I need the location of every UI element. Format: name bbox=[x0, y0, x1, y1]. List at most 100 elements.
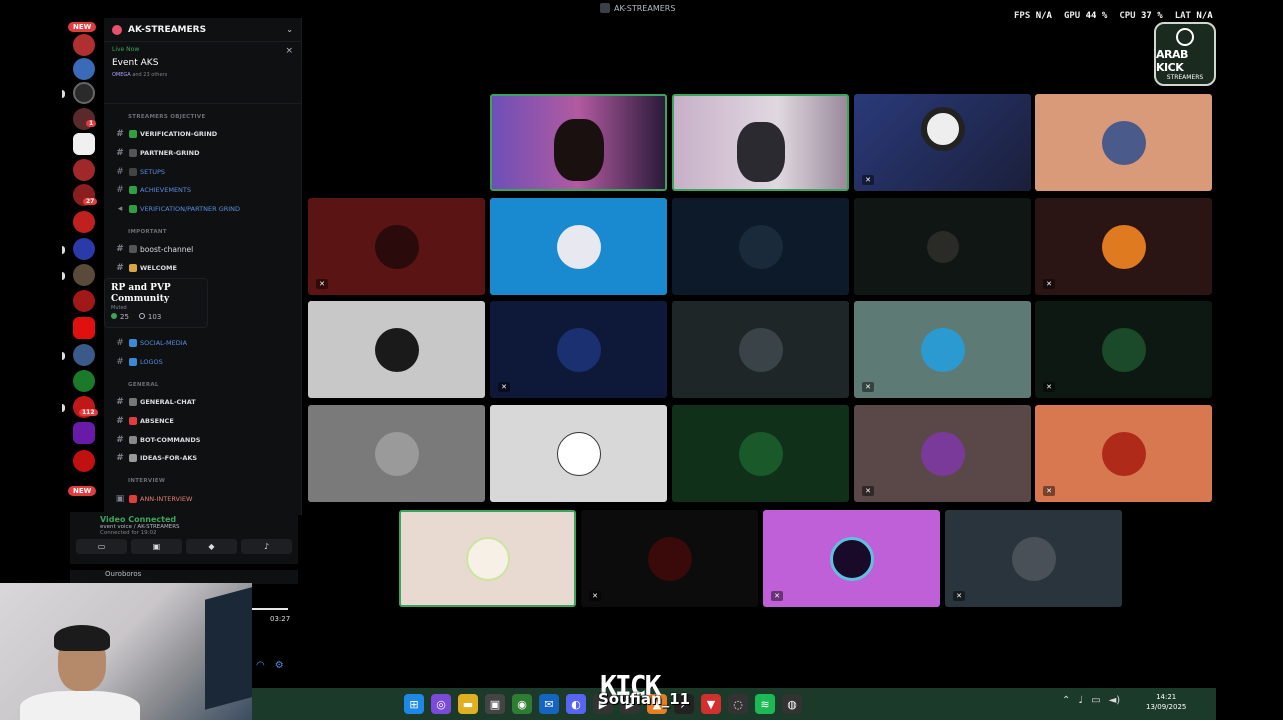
volume-icon[interactable]: ◄) bbox=[1109, 695, 1121, 706]
channel-item[interactable]: # IDEAS-FOR-AKS bbox=[104, 451, 302, 465]
category-header[interactable]: GENERAL bbox=[128, 382, 159, 388]
category-header[interactable]: IMPORTANT bbox=[128, 229, 167, 235]
video-tile[interactable] bbox=[672, 94, 849, 191]
lat-stat: LAT N/A bbox=[1175, 11, 1213, 21]
cpu-stat: CPU 37 % bbox=[1119, 11, 1162, 21]
camera-off-icon: ✕ bbox=[1043, 486, 1055, 496]
server-icon[interactable] bbox=[73, 238, 95, 260]
video-tile[interactable] bbox=[1035, 94, 1212, 191]
gear-icon[interactable]: ⚙ bbox=[275, 660, 284, 671]
server-icon[interactable] bbox=[73, 344, 95, 366]
outlook-icon[interactable]: ✉ bbox=[539, 694, 559, 714]
video-tile[interactable]: ✕ bbox=[854, 301, 1031, 398]
discord-icon[interactable]: ◐ bbox=[566, 694, 586, 714]
server-icon[interactable] bbox=[73, 264, 95, 286]
video-tile[interactable]: ✕ bbox=[945, 510, 1122, 607]
video-tile[interactable]: ✕ bbox=[490, 301, 667, 398]
video-tile[interactable]: ✕ bbox=[581, 510, 758, 607]
display-icon[interactable]: ▭ bbox=[1091, 695, 1100, 706]
server-icon[interactable] bbox=[73, 34, 95, 56]
obs-icon[interactable]: ◌ bbox=[728, 694, 748, 714]
channel-item[interactable]: # ABSENCE bbox=[104, 414, 302, 428]
members-stat: 103 bbox=[138, 313, 161, 321]
video-tile[interactable]: ✕ bbox=[308, 198, 485, 295]
activity-button[interactable]: ◆ bbox=[186, 539, 237, 554]
avatar bbox=[374, 327, 419, 372]
unread-pill bbox=[62, 246, 65, 254]
channel-item[interactable]: # ACHIEVEMENTS bbox=[104, 183, 302, 197]
screen-share-button[interactable]: ▣ bbox=[131, 539, 182, 554]
video-tile[interactable] bbox=[399, 510, 576, 607]
video-tile[interactable]: ✕ bbox=[1035, 405, 1212, 502]
video-tile[interactable] bbox=[672, 198, 849, 295]
taskbar-clock[interactable]: 14:21 13/09/2025 bbox=[1146, 692, 1186, 712]
server-icon[interactable] bbox=[73, 133, 95, 155]
channel-item[interactable]: # BOT-COMMANDS bbox=[104, 433, 302, 447]
channel-item[interactable]: # GENERAL-CHAT bbox=[104, 395, 302, 409]
channel-item[interactable]: # SETUPS bbox=[104, 165, 302, 179]
category-header[interactable]: INTERVIEW bbox=[128, 478, 165, 484]
video-tile[interactable] bbox=[490, 94, 667, 191]
emoji-icon bbox=[129, 398, 137, 406]
copilot-icon[interactable]: ◎ bbox=[431, 694, 451, 714]
store-icon[interactable]: ▣ bbox=[485, 694, 505, 714]
avatar bbox=[556, 224, 601, 269]
server-icon[interactable] bbox=[73, 317, 95, 339]
video-tile[interactable] bbox=[490, 198, 667, 295]
channel-item[interactable]: ◂ VERIFICATION/PARTNER GRIND bbox=[104, 202, 302, 216]
channel-item[interactable]: # LOGOS bbox=[104, 355, 302, 369]
camera-off-icon: ✕ bbox=[1043, 279, 1055, 289]
soundboard-button[interactable]: ♪ bbox=[241, 539, 292, 554]
channel-item[interactable]: ▣ ANN-INTERVIEW bbox=[104, 492, 302, 506]
video-tile[interactable] bbox=[308, 405, 485, 502]
server-icon[interactable] bbox=[73, 58, 95, 80]
gpu-label: GPU bbox=[1063, 11, 1081, 21]
server-header[interactable]: AK-STREAMERS ⌄ bbox=[104, 18, 301, 42]
video-tile[interactable] bbox=[854, 198, 1031, 295]
video-tile[interactable] bbox=[672, 301, 849, 398]
video-tile[interactable]: ✕ bbox=[1035, 198, 1212, 295]
server-icon[interactable] bbox=[73, 159, 95, 181]
brave-icon[interactable]: ▼ bbox=[701, 694, 721, 714]
chevron-down-icon[interactable]: ⌄ bbox=[286, 25, 293, 34]
chrome-icon[interactable]: ◉ bbox=[512, 694, 532, 714]
video-tile[interactable]: ✕ bbox=[1035, 301, 1212, 398]
channel-item[interactable]: # SOCIAL-MEDIA bbox=[104, 336, 302, 350]
username: Ouroboros bbox=[105, 570, 142, 578]
avatar bbox=[556, 327, 601, 372]
server-icon[interactable] bbox=[73, 450, 95, 472]
server-icon[interactable] bbox=[73, 370, 95, 392]
category-header[interactable]: STREAMERS OBJECTIVE bbox=[128, 114, 206, 120]
video-tile[interactable]: ✕ bbox=[854, 94, 1031, 191]
channel-name: BOT-COMMANDS bbox=[140, 436, 201, 444]
server-icon[interactable] bbox=[73, 82, 95, 104]
close-icon[interactable]: × bbox=[285, 46, 293, 56]
chevron-up-icon[interactable]: ⌃ bbox=[1062, 695, 1070, 706]
channel-item[interactable]: # VERIFICATION-GRIND bbox=[104, 127, 302, 141]
spotify-icon[interactable]: ≋ bbox=[755, 694, 775, 714]
channel-item[interactable]: # boost-channel bbox=[104, 242, 302, 256]
server-icon[interactable] bbox=[73, 422, 95, 444]
channel-item[interactable]: # WELCOME bbox=[104, 261, 302, 275]
voice-buttons: ▭ ▣ ◆ ♪ bbox=[76, 539, 292, 554]
video-tile[interactable]: ✕ bbox=[854, 405, 1031, 502]
server-icon[interactable] bbox=[73, 290, 95, 312]
video-tile[interactable] bbox=[490, 405, 667, 502]
video-tile[interactable] bbox=[308, 301, 485, 398]
event-banner[interactable]: Live Now Event AKS OMEGA and 23 others × bbox=[104, 42, 301, 104]
voice-status: Video Connected bbox=[100, 515, 177, 524]
video-tile[interactable] bbox=[672, 405, 849, 502]
app-icon[interactable]: ◍ bbox=[782, 694, 802, 714]
camera-button[interactable]: ▭ bbox=[76, 539, 127, 554]
headphones-icon[interactable]: ◠ bbox=[256, 660, 265, 671]
windows-start-icon[interactable]: ⊞ bbox=[404, 694, 424, 714]
microphone-icon[interactable]: ♩ bbox=[1078, 695, 1083, 706]
channel-item[interactable]: # PARTNER-GRIND bbox=[104, 146, 302, 160]
person-shirt bbox=[20, 691, 140, 720]
avatar bbox=[1011, 536, 1056, 581]
video-tile[interactable]: ✕ bbox=[763, 510, 940, 607]
server-icon[interactable] bbox=[73, 211, 95, 233]
avatar bbox=[1101, 224, 1146, 269]
server-name: AK-STREAMERS bbox=[128, 24, 207, 35]
file-explorer-icon[interactable]: ▬ bbox=[458, 694, 478, 714]
